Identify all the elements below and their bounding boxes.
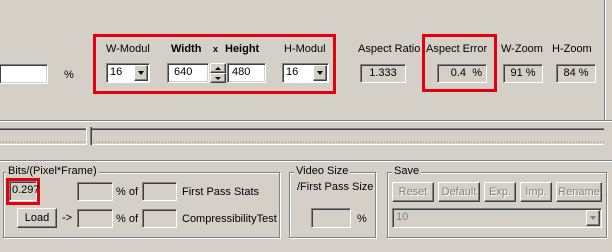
aspect-error-label: Aspect Error xyxy=(426,43,488,55)
bits-group-title: Bits/(Pixel*Frame) xyxy=(6,165,99,177)
w-modul-value: 16 xyxy=(110,66,123,78)
w-zoom-field: 91 % xyxy=(503,64,543,83)
height-label: Height xyxy=(225,43,260,55)
aspect-error-unit: % xyxy=(472,67,482,79)
w-zoom-label: W-Zoom xyxy=(501,43,543,55)
video-size-percent: % xyxy=(357,213,367,225)
w-modul-label: W-Modul xyxy=(106,43,150,55)
h-modul-label: H-Modul xyxy=(284,43,326,55)
h-zoom-field: 84 % xyxy=(556,64,596,83)
preset-select[interactable]: 10 xyxy=(392,208,602,228)
spinner-up-button[interactable] xyxy=(210,63,226,73)
preset-dropdown-button[interactable] xyxy=(586,210,600,226)
width-input[interactable]: 640 xyxy=(167,63,209,83)
video-size-field xyxy=(311,208,351,228)
stats-value-field-2 xyxy=(142,182,177,201)
unnamed-value-field[interactable] xyxy=(0,64,48,84)
slider-thumb[interactable] xyxy=(86,127,92,145)
bpp-field: 0.297 xyxy=(9,181,40,201)
video-size-subtitle: /First Pass Size xyxy=(297,181,374,193)
chevron-down-icon xyxy=(317,71,323,75)
x-label: x xyxy=(213,44,219,54)
aspect-error-value: 0.4 xyxy=(450,67,466,79)
w-modul-select[interactable]: 16 xyxy=(106,63,150,83)
load-button[interactable]: Load xyxy=(17,208,57,228)
import-button[interactable]: Imp. xyxy=(520,182,552,202)
percent-of-label-1: % of xyxy=(116,186,139,198)
compress-percent-field-3 xyxy=(77,209,113,228)
chevron-down-icon xyxy=(590,216,596,220)
height-input[interactable]: 480 xyxy=(227,63,266,83)
percent-symbol: % xyxy=(64,69,74,81)
export-button[interactable]: Exp. xyxy=(484,182,516,202)
width-label: Width xyxy=(171,43,202,55)
compress-value-field-4 xyxy=(142,209,177,228)
compressibility-test-label: CompressibilityTest xyxy=(182,213,277,225)
save-group-title: Save xyxy=(392,165,422,177)
default-button[interactable]: Default xyxy=(438,182,480,202)
preset-value: 10 xyxy=(396,211,409,223)
spin-up-icon xyxy=(215,66,221,70)
w-modul-dropdown-button[interactable] xyxy=(134,65,148,81)
rename-button[interactable]: Rename xyxy=(556,182,602,202)
aspect-ratio-field: 1.333 xyxy=(360,64,406,83)
stats-percent-field-1 xyxy=(77,182,113,201)
top-panel-right-edge xyxy=(604,0,606,120)
h-modul-dropdown-button[interactable] xyxy=(313,65,327,81)
width-height-spinner[interactable] xyxy=(210,63,226,83)
h-modul-select[interactable]: 16 xyxy=(282,63,329,83)
arrow-label: -> xyxy=(62,212,73,224)
chevron-down-icon xyxy=(138,71,144,75)
spinner-down-button[interactable] xyxy=(210,73,226,83)
top-panel-divider xyxy=(0,120,612,122)
spin-down-icon xyxy=(215,76,221,80)
reset-button[interactable]: Reset xyxy=(392,182,434,202)
percent-of-label-2: % of xyxy=(116,213,139,225)
aspect-error-field: 0.4 % xyxy=(437,64,487,83)
video-size-title: Video Size xyxy=(294,165,351,177)
first-pass-stats-label: First Pass Stats xyxy=(182,186,260,198)
aspect-ratio-label: Aspect Ratio xyxy=(358,43,421,55)
h-modul-value: 16 xyxy=(286,66,299,78)
h-zoom-label: H-Zoom xyxy=(552,43,592,55)
bottom-divider xyxy=(0,160,612,162)
